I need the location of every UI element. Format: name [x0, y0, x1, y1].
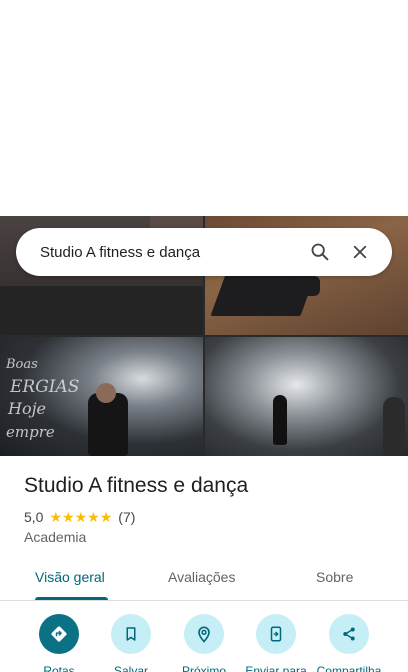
person-figure [383, 397, 405, 456]
directions-button[interactable]: Rotas [24, 614, 94, 672]
search-input[interactable]: Studio A fitness e dança [40, 244, 300, 261]
place-category: Academia [24, 529, 87, 545]
person-figure [273, 395, 287, 445]
dumbbell [290, 276, 320, 296]
photo-studio-room[interactable] [205, 337, 408, 456]
map-area-blank [0, 0, 408, 216]
nearby-button[interactable]: Próximo [169, 614, 239, 672]
star-icon: ★ [62, 509, 75, 525]
tab-overview[interactable]: Visão geral [35, 569, 105, 585]
save-button[interactable]: Salvar [96, 614, 166, 672]
floor-mat [0, 286, 203, 335]
directions-label: Rotas [43, 664, 75, 672]
close-icon[interactable] [340, 232, 380, 272]
search-bar[interactable]: Studio A fitness e dança [16, 228, 392, 276]
chalk-text: empre [6, 423, 55, 441]
star-rating: ★ ★ ★ ★ ★ [49, 510, 112, 524]
tab-reviews[interactable]: Avaliações [168, 569, 235, 585]
share-button[interactable]: Compartilha [314, 614, 384, 672]
save-label: Salvar [113, 664, 148, 672]
active-tab-indicator [35, 597, 108, 600]
chalk-text: Boas [6, 357, 38, 372]
star-icon: ★ [99, 509, 113, 525]
send-to-phone-icon [256, 614, 296, 654]
star-icon: ★ [74, 509, 88, 525]
place-title: Studio A fitness e dança [24, 474, 249, 497]
star-icon: ★ [49, 509, 63, 525]
star-icon: ★ [87, 509, 100, 525]
photo-chalkboard-wall[interactable]: Boas ERGIAS Hoje empre [0, 337, 203, 456]
send-to-phone-button[interactable]: Enviar para [241, 614, 311, 672]
bookmark-icon [111, 614, 151, 654]
rating-value: 5,0 [24, 509, 44, 525]
rating-row[interactable]: 5,0 ★ ★ ★ ★ ★ (7) [24, 509, 135, 525]
directions-icon [39, 614, 79, 654]
person-head [96, 383, 116, 403]
nearby-icon [184, 614, 224, 654]
nearby-label: Próximo [181, 664, 226, 672]
share-icon [329, 614, 369, 654]
send-to-phone-label: Enviar para [245, 664, 307, 672]
action-row: Rotas Salvar Próximo Enviar para Compart… [0, 614, 408, 672]
tab-about[interactable]: Sobre [316, 569, 353, 585]
search-icon[interactable] [300, 232, 340, 272]
review-count[interactable]: (7) [118, 509, 135, 525]
tab-bar: Visão geral Avaliações Sobre [0, 560, 408, 601]
share-label: Compartilha [316, 664, 382, 672]
chalk-text: Hoje [8, 399, 47, 418]
chalk-text: ERGIAS [10, 377, 80, 397]
